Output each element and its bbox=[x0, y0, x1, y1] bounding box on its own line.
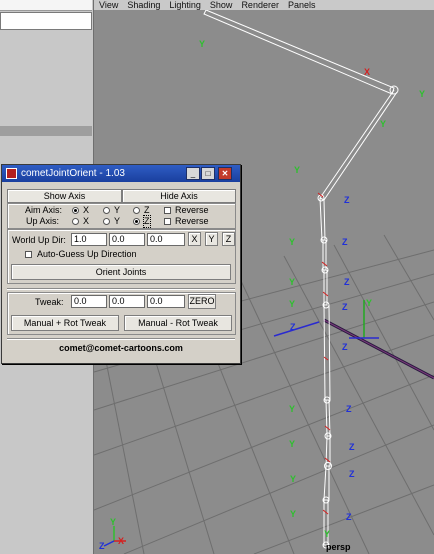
menu-lighting[interactable]: Lighting bbox=[169, 0, 201, 10]
aim-axis-label: Aim Axis: bbox=[25, 205, 63, 215]
up-axis-z-radio[interactable] bbox=[133, 218, 140, 225]
up-axis-x-radio[interactable] bbox=[72, 218, 79, 225]
label-y: Y bbox=[380, 119, 386, 129]
up-reverse-checkbox[interactable] bbox=[164, 218, 171, 225]
label-y: Y bbox=[289, 237, 295, 247]
view-axis-z: Z bbox=[99, 541, 105, 551]
camera-label: persp bbox=[326, 542, 351, 552]
label-y: Y bbox=[289, 277, 295, 287]
world-up-x-button[interactable]: X bbox=[188, 232, 201, 246]
menu-renderer[interactable]: Renderer bbox=[241, 0, 279, 10]
world-up-x-field[interactable]: 1.0 bbox=[71, 233, 107, 246]
world-up-z-field[interactable]: 0.0 bbox=[147, 233, 185, 246]
aim-reverse-label: Reverse bbox=[175, 205, 209, 215]
view-axis-y: Y bbox=[110, 517, 116, 527]
tweak-z-field[interactable]: 0.0 bbox=[147, 295, 185, 308]
auto-guess-label: Auto-Guess Up Direction bbox=[37, 249, 137, 259]
up-reverse-label: Reverse bbox=[175, 216, 209, 226]
window-title: cometJointOrient - 1.03 bbox=[21, 168, 125, 179]
up-axis-label: Up Axis: bbox=[26, 216, 60, 226]
zero-button[interactable]: ZERO bbox=[188, 294, 216, 309]
world-z-axis-line bbox=[273, 321, 320, 337]
up-axis-z-label: Z bbox=[143, 215, 151, 228]
minimize-button[interactable]: _ bbox=[186, 167, 200, 180]
outliner-header bbox=[0, 0, 92, 11]
tweak-x-field[interactable]: 0.0 bbox=[71, 295, 107, 308]
menu-show[interactable]: Show bbox=[210, 0, 233, 10]
label-z: Z bbox=[346, 404, 352, 414]
label-y: Y bbox=[294, 165, 300, 175]
hide-axis-button[interactable]: Hide Axis bbox=[122, 189, 236, 203]
world-up-z-button[interactable]: Z bbox=[222, 232, 235, 246]
comet-joint-orient-window: cometJointOrient - 1.03 _ □ ✕ Show Axis … bbox=[1, 164, 241, 364]
label-z: Z bbox=[346, 512, 352, 522]
label-z: Z bbox=[342, 237, 348, 247]
menu-view[interactable]: View bbox=[99, 0, 118, 10]
manual-minus-rot-tweak-button[interactable]: Manual - Rot Tweak bbox=[124, 315, 232, 331]
window-titlebar[interactable]: cometJointOrient - 1.03 _ □ ✕ bbox=[2, 165, 240, 182]
label-y: Y bbox=[419, 89, 425, 99]
world-up-y-field[interactable]: 0.0 bbox=[109, 233, 145, 246]
label-x: X bbox=[364, 67, 370, 77]
up-axis-x-label: X bbox=[83, 216, 90, 226]
menu-shading[interactable]: Shading bbox=[127, 0, 160, 10]
label-z: Z bbox=[349, 442, 355, 452]
manual-plus-rot-tweak-button[interactable]: Manual + Rot Tweak bbox=[11, 315, 119, 331]
orient-joints-button[interactable]: Orient Joints bbox=[11, 264, 231, 280]
close-button[interactable]: ✕ bbox=[218, 167, 232, 180]
aim-reverse-checkbox[interactable] bbox=[164, 207, 171, 214]
label-y: Y bbox=[324, 529, 330, 539]
label-y: Y bbox=[199, 39, 205, 49]
label-y: Y bbox=[366, 298, 372, 308]
outliner-scrollbar[interactable] bbox=[0, 126, 92, 136]
up-axis-y-radio[interactable] bbox=[103, 218, 110, 225]
tweak-y-field[interactable]: 0.0 bbox=[109, 295, 145, 308]
separator bbox=[7, 338, 235, 340]
label-z: Z bbox=[344, 277, 350, 287]
app-icon bbox=[6, 168, 17, 179]
tweak-label: Tweak: bbox=[35, 297, 64, 307]
maximize-button[interactable]: □ bbox=[201, 167, 215, 180]
footer-email: comet@comet-cartoons.com bbox=[59, 343, 183, 353]
label-z: Z bbox=[342, 342, 348, 352]
label-y: Y bbox=[289, 299, 295, 309]
view-axis-x: X bbox=[118, 536, 124, 546]
auto-guess-checkbox[interactable] bbox=[25, 251, 32, 258]
label-z: Z bbox=[344, 195, 350, 205]
label-z: Z bbox=[342, 302, 348, 312]
label-y: Y bbox=[290, 474, 296, 484]
label-y: Y bbox=[290, 509, 296, 519]
label-z: Z bbox=[349, 469, 355, 479]
label-y: Y bbox=[289, 439, 295, 449]
aim-axis-y-radio[interactable] bbox=[103, 207, 110, 214]
label-z: Z bbox=[290, 322, 296, 332]
aim-axis-z-label: Z bbox=[144, 205, 150, 215]
aim-axis-z-radio[interactable] bbox=[133, 207, 140, 214]
show-axis-button[interactable]: Show Axis bbox=[7, 189, 122, 203]
aim-axis-x-radio[interactable] bbox=[72, 207, 79, 214]
outliner-filter-field[interactable] bbox=[0, 12, 92, 30]
menu-panels[interactable]: Panels bbox=[288, 0, 316, 10]
aim-axis-y-label: Y bbox=[114, 205, 121, 215]
aim-axis-x-label: X bbox=[83, 205, 90, 215]
up-axis-y-label: Y bbox=[114, 216, 121, 226]
world-up-label: World Up Dir: bbox=[12, 235, 66, 245]
label-y: Y bbox=[289, 404, 295, 414]
separator bbox=[7, 288, 235, 290]
world-up-y-button[interactable]: Y bbox=[205, 232, 218, 246]
viewport-menu-bar: View Shading Lighting Show Renderer Panels bbox=[94, 0, 434, 10]
